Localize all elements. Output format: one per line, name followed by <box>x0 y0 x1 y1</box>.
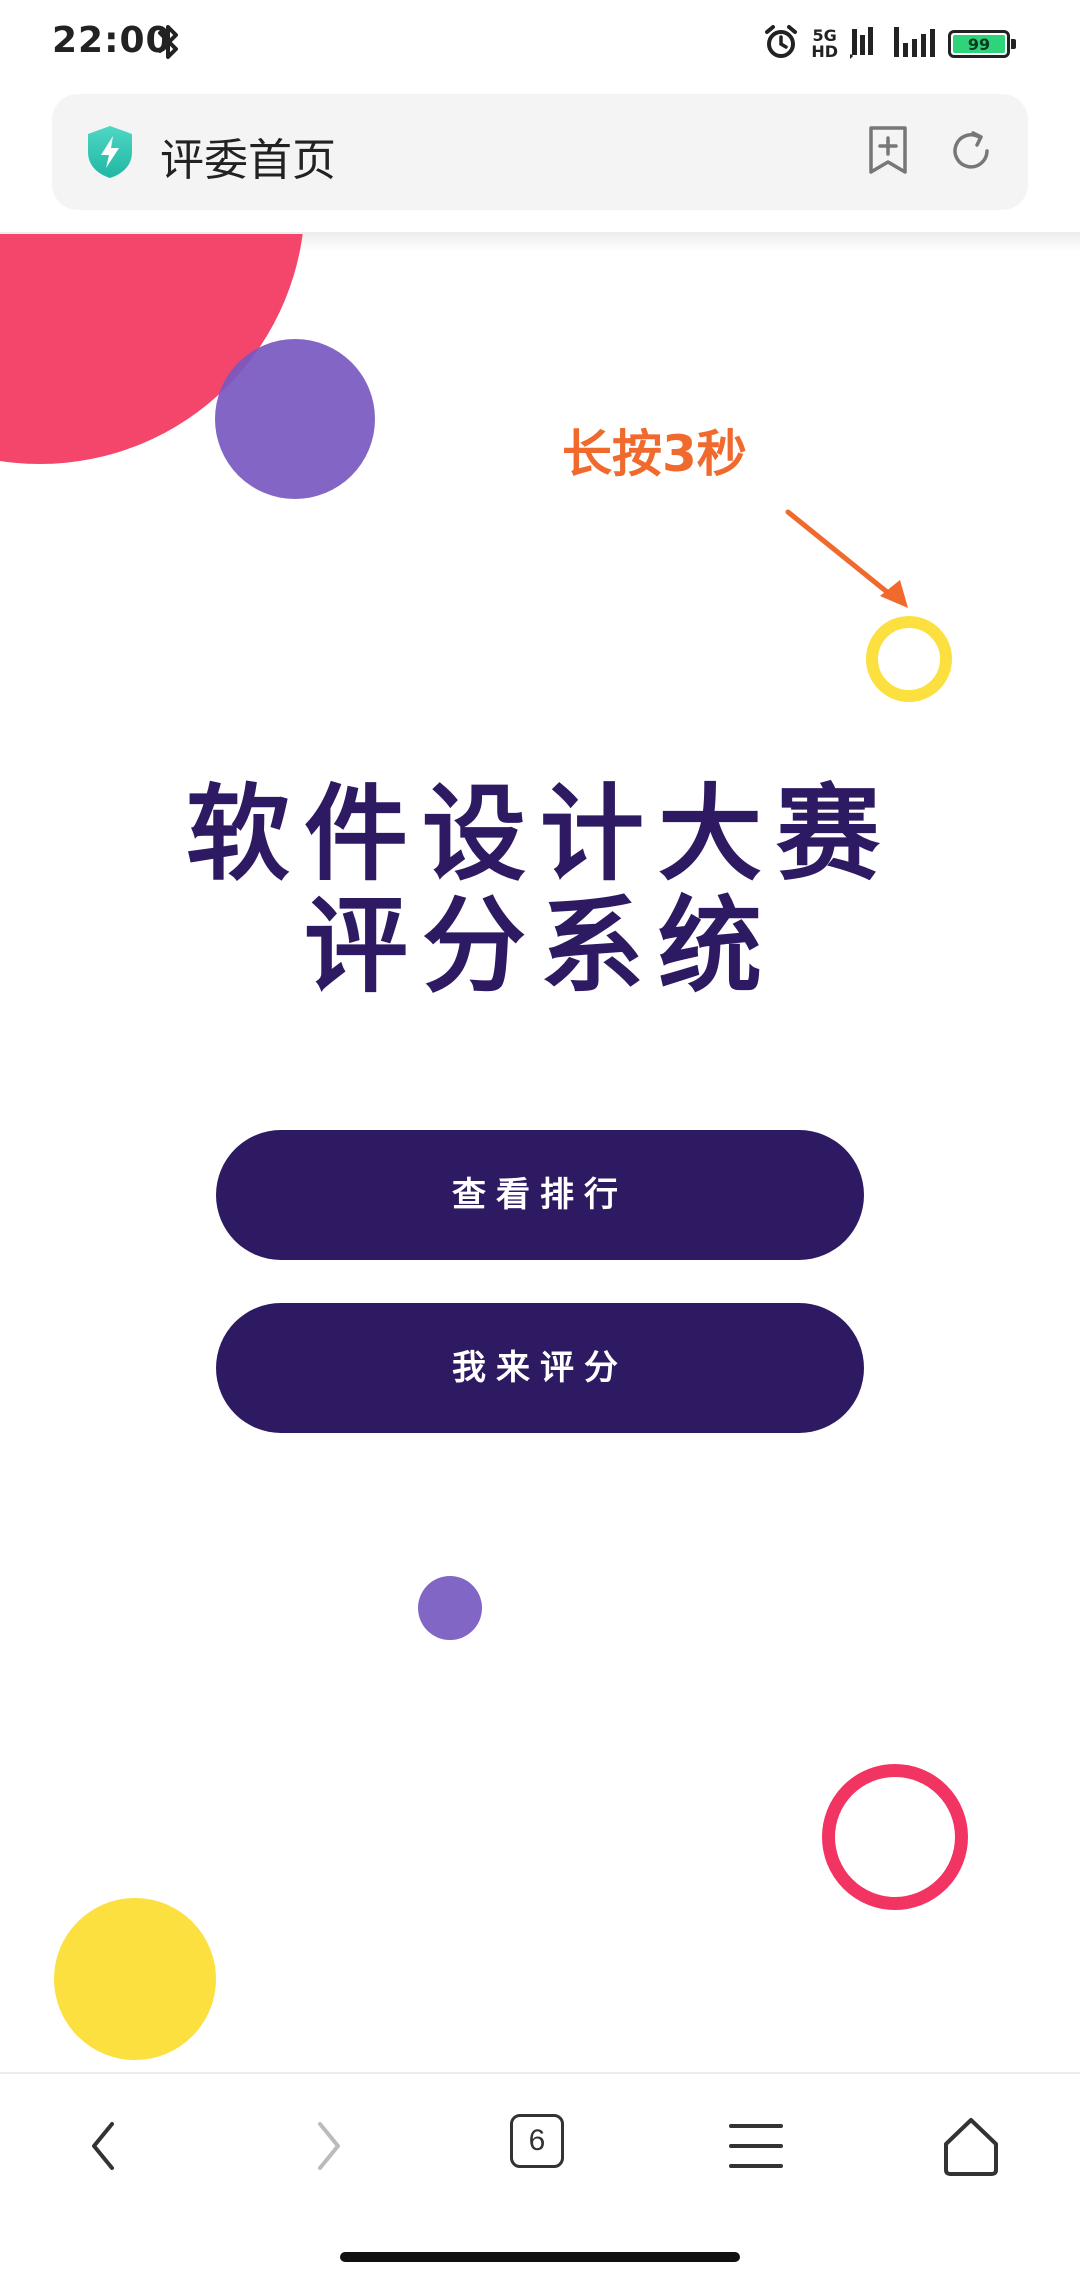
decorative-small-purple-circle <box>418 1576 482 1640</box>
shield-icon[interactable] <box>84 124 136 184</box>
decorative-pink-ring <box>822 1764 968 1910</box>
bottom-nav: 6 <box>0 2072 1080 2282</box>
tab-count[interactable]: 6 <box>510 2114 564 2168</box>
home-icon[interactable] <box>942 2116 1000 2182</box>
title-line-2: 评分系统 <box>303 885 776 1007</box>
home-indicator[interactable] <box>340 2252 740 2262</box>
bluetooth-icon <box>156 24 182 64</box>
main-title: 软件设计大赛 评分系统 <box>0 778 1080 1002</box>
hint-arrow-icon <box>780 502 916 618</box>
decorative-purple-circle <box>215 339 375 499</box>
refresh-icon[interactable] <box>946 126 996 180</box>
alarm-icon <box>763 24 799 64</box>
forward-icon[interactable] <box>308 2116 348 2180</box>
view-ranking-button[interactable]: 查看排行 <box>216 1130 864 1260</box>
status-icons: 5G HD 99 <box>763 22 1016 66</box>
5g-hd-icon: 5G HD <box>811 28 838 60</box>
battery-icon: 99 <box>948 30 1016 58</box>
network-hd-label: HD <box>811 42 838 61</box>
decorative-yellow-circle <box>54 1898 216 2060</box>
status-time: 22:00 <box>52 20 172 61</box>
battery-level: 99 <box>953 35 1005 54</box>
menu-icon[interactable] <box>728 2116 784 2180</box>
volte-signal-icon <box>846 25 880 63</box>
status-bar: 22:00 5G HD 99 <box>0 0 1080 88</box>
start-scoring-button[interactable]: 我来评分 <box>216 1303 864 1433</box>
long-press-ring-target[interactable] <box>866 616 952 702</box>
long-press-hint: 长按3秒 <box>562 425 747 483</box>
title-line-1: 软件设计大赛 <box>185 773 894 895</box>
tabs-icon[interactable]: 6 <box>510 2114 564 2168</box>
bookmark-add-icon[interactable] <box>864 124 912 182</box>
address-bar[interactable]: 评委首页 <box>52 94 1028 210</box>
page-title[interactable]: 评委首页 <box>160 124 336 188</box>
back-icon[interactable] <box>84 2116 124 2180</box>
page-content: 长按3秒 软件设计大赛 评分系统 查看排行 我来评分 <box>0 234 1080 2072</box>
cellular-signal-icon <box>892 25 936 63</box>
